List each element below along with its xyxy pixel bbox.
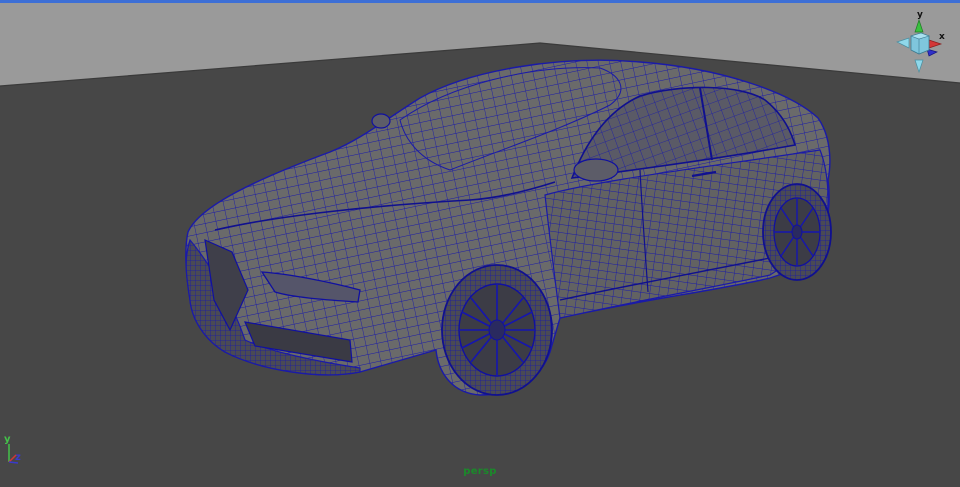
side-mirror-left bbox=[371, 113, 391, 129]
axis-z-label: z bbox=[15, 452, 21, 463]
view-cube-x-label: x bbox=[939, 32, 945, 42]
side-mirror-right bbox=[573, 158, 619, 182]
view-cube-y-label: y bbox=[917, 10, 923, 20]
axis-triad-icon: y z bbox=[4, 434, 21, 464]
axis-y-label: y bbox=[4, 434, 11, 445]
scene-canvas[interactable] bbox=[0, 0, 960, 487]
perspective-viewport[interactable]: y x y z persp bbox=[0, 0, 960, 487]
front-wheel bbox=[441, 264, 553, 396]
active-viewport-border bbox=[0, 0, 960, 3]
camera-name-label: persp bbox=[463, 466, 497, 477]
view-cube-icon[interactable]: y x bbox=[893, 6, 951, 76]
rear-wheel bbox=[762, 183, 832, 281]
